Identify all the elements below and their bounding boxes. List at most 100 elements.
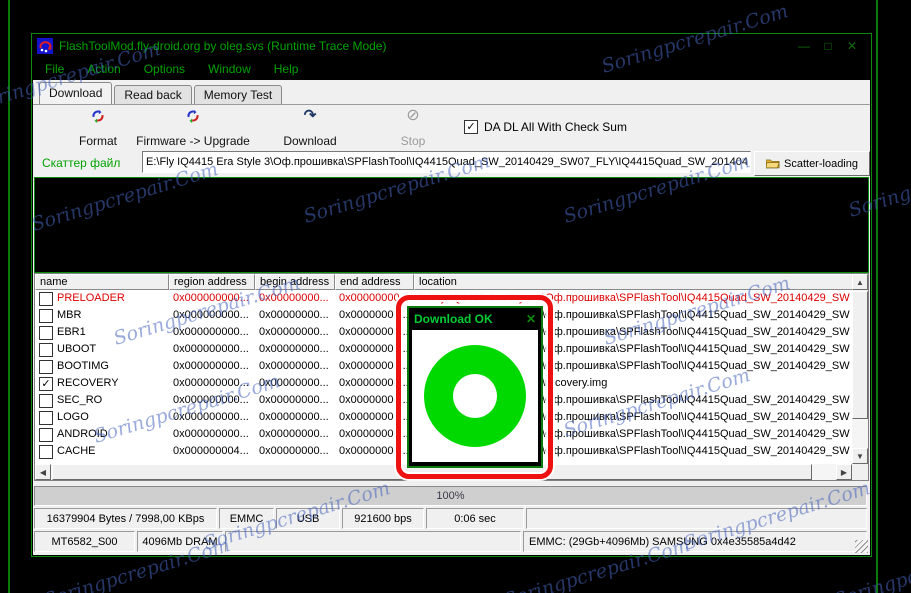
- firmware-upgrade-button[interactable]: Firmware -> Upgrade: [118, 108, 268, 148]
- begin-address: 0x00000000...: [259, 445, 329, 457]
- region-address: 0x000000000...: [173, 411, 249, 423]
- window-title: FlashToolMod.fly-droid.org by oleg.svs (…: [59, 38, 387, 53]
- region-address: 0x000000004...: [173, 445, 249, 457]
- stop-button[interactable]: ⊘ Stop: [358, 108, 468, 149]
- success-ring-icon: [424, 345, 526, 447]
- row-checkbox-LOGO[interactable]: [39, 410, 53, 425]
- partition-name: UBOOT: [57, 343, 97, 355]
- scroll-down-icon[interactable]: ▼: [852, 448, 868, 464]
- decor-green-line-right: [876, 0, 878, 593]
- region-address: 0x000000000...: [173, 309, 249, 321]
- status-cell: [225, 531, 521, 552]
- scatter-loading-button[interactable]: Scatter-loading: [754, 151, 870, 176]
- resize-grip[interactable]: [855, 540, 868, 553]
- partition-name: PRELOADER: [57, 292, 125, 304]
- scroll-up-icon[interactable]: ▲: [852, 274, 868, 290]
- region-address: 0x000000000...: [173, 326, 249, 338]
- checksum-option[interactable]: ✓ DA DL All With Check Sum: [464, 120, 627, 134]
- download-label: Download: [283, 134, 337, 148]
- status-bar-2: MT6582_S00 4096Mb DRAM EMMC: (29Gb+4096Mb)…: [34, 531, 867, 552]
- column-header-location[interactable]: location: [414, 274, 868, 290]
- row-checkbox-MBR[interactable]: [39, 308, 53, 323]
- tab-download[interactable]: Download: [39, 82, 113, 104]
- column-header-end-address[interactable]: end address: [335, 274, 414, 290]
- begin-address: 0x00000000...: [259, 292, 329, 304]
- tab-memory-test[interactable]: Memory Test: [193, 85, 283, 104]
- row-checkbox-CACHE[interactable]: [39, 444, 53, 459]
- progress-bar: 100%: [34, 486, 867, 506]
- menu-item-window[interactable]: Window: [208, 62, 251, 76]
- tab-strip: Download Read back Memory Test: [39, 82, 864, 104]
- checksum-label: DA DL All With Check Sum: [484, 120, 627, 134]
- partition-table-header: name region address begin address end addre…: [35, 274, 868, 290]
- format-icon: [91, 108, 105, 124]
- tab-read-back[interactable]: Read back: [114, 85, 192, 104]
- status-cell: 921600 bps: [342, 508, 424, 529]
- menu-item-help[interactable]: Help: [274, 62, 299, 76]
- menu-item-options[interactable]: Options: [144, 62, 185, 76]
- begin-address: 0x00000000...: [259, 394, 329, 406]
- begin-address: 0x00000000...: [259, 343, 329, 355]
- window-controls: — □ ✕: [797, 39, 871, 53]
- status-cell: EMMC: [219, 508, 274, 529]
- status-cell: MT6582_S00: [34, 531, 135, 552]
- column-header-begin-address[interactable]: begin address: [255, 274, 335, 290]
- status-cell: [526, 508, 867, 529]
- partition-name: LOGO: [57, 411, 89, 423]
- region-address: 0x000000000...: [173, 377, 249, 389]
- checksum-checkbox[interactable]: ✓: [464, 120, 478, 134]
- region-address: 0x000000000...: [173, 343, 249, 355]
- begin-address: 0x00000000...: [259, 428, 329, 440]
- scroll-right-icon[interactable]: ▶: [836, 464, 852, 480]
- popup-title-text: Download OK: [414, 312, 493, 326]
- row-checkbox-UBOOT[interactable]: [39, 342, 53, 357]
- row-checkbox-RECOVERY[interactable]: ✓: [39, 376, 53, 391]
- popup-close-icon[interactable]: ✕: [526, 312, 536, 326]
- column-header-name[interactable]: name: [35, 274, 169, 290]
- row-checkbox-SEC_RO[interactable]: [39, 393, 53, 408]
- vertical-scroll-thumb[interactable]: [852, 291, 868, 419]
- partition-name: BOOTIMG: [57, 360, 109, 372]
- scrollbar-corner: [852, 464, 868, 480]
- begin-address: 0x00000000...: [259, 377, 329, 389]
- menu-item-action[interactable]: Action: [87, 62, 120, 76]
- popup-body: [412, 330, 538, 462]
- status-bar-1: 16379904 Bytes / 7998,00 KBps EMMC USB 9216…: [34, 508, 867, 529]
- firmware-upgrade-label: Firmware -> Upgrade: [136, 134, 250, 148]
- row-checkbox-EBR1[interactable]: [39, 325, 53, 340]
- begin-address: 0x00000000...: [259, 326, 329, 338]
- maximize-icon[interactable]: □: [821, 39, 835, 53]
- menu-item-file[interactable]: File: [45, 62, 64, 76]
- status-cell: 0:06 sec: [426, 508, 524, 529]
- partition-name: EBR1: [57, 326, 86, 338]
- scatter-path-input[interactable]: [142, 151, 751, 173]
- vertical-scrollbar[interactable]: ▲ ▼: [852, 274, 868, 464]
- tab-underline: [33, 104, 870, 105]
- partition-name: ANDROID: [57, 428, 108, 440]
- region-address: 0x000000000...: [173, 360, 249, 372]
- status-cell: USB: [276, 508, 340, 529]
- folder-icon: [766, 159, 780, 169]
- close-icon[interactable]: ✕: [845, 39, 859, 53]
- begin-address: 0x00000000...: [259, 309, 329, 321]
- decor-green-line-left: [8, 0, 10, 593]
- screenshot-root: Soringpcrepair.Com Soringpcrepair.Com Sori…: [0, 0, 911, 593]
- format-label: Format: [78, 134, 117, 148]
- popup-title-bar: Download OK ✕: [409, 308, 541, 330]
- row-checkbox-PRELOADER[interactable]: [39, 291, 53, 306]
- begin-address: 0x00000000...: [259, 360, 329, 372]
- status-cell: EMMC: (29Gb+4096Mb) SAMSUNG 0x4e35585a4d…: [523, 531, 867, 552]
- minimize-icon[interactable]: —: [797, 39, 811, 53]
- download-icon: ↷: [303, 107, 317, 124]
- scroll-left-icon[interactable]: ◀: [35, 464, 51, 480]
- status-cell: 16379904 Bytes / 7998,00 KBps: [34, 508, 217, 529]
- partition-name: SEC_RO: [57, 394, 103, 406]
- download-ok-popup: Download OK ✕: [407, 306, 543, 468]
- row-checkbox-BOOTIMG[interactable]: [39, 359, 53, 374]
- row-checkbox-ANDROID[interactable]: [39, 427, 53, 442]
- title-bar: FlashToolMod.fly-droid.org by oleg.svs (…: [32, 34, 871, 57]
- column-header-region-address[interactable]: region address: [169, 274, 255, 290]
- scatter-loading-label: Scatter-loading: [784, 157, 858, 170]
- download-button[interactable]: ↷ Download: [255, 108, 365, 148]
- progress-value: 100%: [436, 490, 465, 502]
